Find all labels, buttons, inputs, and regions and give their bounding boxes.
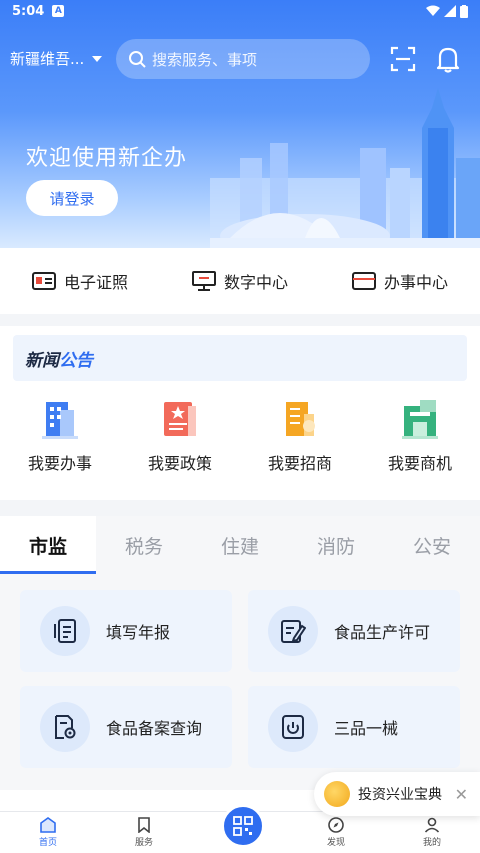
card-label: 食品生产许可 bbox=[334, 623, 431, 642]
nav-qr-scan-button[interactable] bbox=[221, 804, 265, 848]
city-skyline-illustration bbox=[210, 88, 480, 248]
user-icon bbox=[424, 817, 440, 833]
search-icon bbox=[129, 51, 146, 68]
status-bar: 5:04 A bbox=[0, 0, 480, 22]
card-label: 填写年报 bbox=[106, 623, 171, 642]
chevron-down-icon bbox=[92, 55, 103, 62]
service-shortcuts: 我要办事 我要政策 我要招商 我要商机 bbox=[0, 396, 480, 486]
battery-icon bbox=[460, 4, 468, 18]
report-icon bbox=[54, 619, 76, 643]
region-label: 新疆维吾... bbox=[10, 50, 85, 68]
scan-icon[interactable] bbox=[390, 46, 416, 72]
service-label: 我要办事 bbox=[27, 454, 92, 473]
wallet-icon bbox=[351, 272, 376, 290]
section-divider bbox=[0, 314, 480, 326]
nav-label: 首页 bbox=[38, 838, 57, 848]
edit-doc-icon bbox=[281, 620, 306, 643]
card-icon-circle bbox=[40, 606, 90, 656]
bookmark-icon bbox=[138, 817, 150, 833]
service-label: 我要招商 bbox=[267, 454, 332, 473]
card-icon-circle bbox=[268, 702, 318, 752]
service-do-business[interactable]: 我要办事 bbox=[5, 396, 115, 486]
news-announcement-bar[interactable]: 新闻 公告 bbox=[13, 335, 467, 381]
quick-links: 电子证照 数字中心 办事中心 bbox=[0, 248, 480, 314]
qr-code-icon bbox=[233, 816, 253, 836]
notification-badge-icon: A bbox=[52, 5, 65, 17]
card-annual-report[interactable]: 填写年报 bbox=[20, 590, 232, 672]
news-title-part1: 新闻 bbox=[25, 350, 59, 371]
office-building-icon bbox=[42, 402, 78, 439]
bell-icon[interactable] bbox=[435, 45, 461, 73]
nav-services[interactable]: 服务 bbox=[96, 812, 192, 853]
quick-link-digital-center[interactable]: 数字中心 bbox=[191, 269, 288, 293]
nav-label: 我的 bbox=[422, 838, 441, 848]
id-card-icon bbox=[31, 272, 56, 290]
service-policy[interactable]: 我要政策 bbox=[125, 396, 235, 486]
login-button[interactable]: 请登录 bbox=[26, 180, 118, 216]
card-label: 三品一械 bbox=[334, 719, 399, 738]
card-three-products-one-device[interactable]: 三品一械 bbox=[248, 686, 460, 768]
section-divider bbox=[0, 500, 480, 516]
card-icon-circle bbox=[268, 606, 318, 656]
promo-label: 投资兴业宝典 bbox=[358, 787, 442, 803]
wifi-icon bbox=[426, 5, 440, 16]
service-card-grid: 填写年报 食品生产许可 食品备案查询 三品一械 bbox=[0, 574, 480, 790]
quick-link-service-center[interactable]: 办事中心 bbox=[351, 269, 448, 293]
power-box-icon bbox=[282, 715, 304, 739]
region-selector[interactable]: 新疆维吾... bbox=[10, 48, 103, 69]
signal-icon bbox=[444, 5, 456, 17]
nav-discover[interactable]: 发现 bbox=[288, 812, 384, 853]
welcome-title: 欢迎使用新企办 bbox=[26, 146, 188, 171]
tab-market-supervision[interactable]: 市监 bbox=[0, 516, 96, 574]
nav-label: 发现 bbox=[326, 838, 345, 848]
status-icons bbox=[426, 4, 468, 18]
quick-link-label: 电子证照 bbox=[63, 273, 128, 292]
service-label: 我要商机 bbox=[387, 454, 452, 473]
search-input[interactable]: 搜索服务、事项 bbox=[116, 39, 370, 79]
close-icon[interactable]: ✕ bbox=[455, 785, 468, 804]
tab-taxation[interactable]: 税务 bbox=[96, 516, 192, 574]
nav-label: 服务 bbox=[134, 838, 153, 848]
home-icon bbox=[40, 817, 56, 833]
service-opportunity[interactable]: 我要商机 bbox=[365, 396, 475, 486]
nav-home[interactable]: 首页 bbox=[0, 812, 96, 853]
tab-housing-construction[interactable]: 住建 bbox=[192, 516, 288, 574]
card-food-production-license[interactable]: 食品生产许可 bbox=[248, 590, 460, 672]
investment-building-icon bbox=[286, 402, 315, 436]
quick-link-label: 数字中心 bbox=[223, 273, 288, 292]
quick-link-label: 办事中心 bbox=[383, 273, 448, 292]
monitor-icon bbox=[191, 271, 216, 291]
department-tabs: 市监 税务 住建 消防 公安 bbox=[0, 516, 480, 574]
card-label: 食品备案查询 bbox=[106, 719, 203, 738]
business-building-icon bbox=[402, 400, 438, 439]
doc-search-icon bbox=[55, 715, 76, 739]
policy-book-icon bbox=[164, 402, 196, 436]
gold-coin-icon bbox=[324, 781, 350, 807]
search-placeholder: 搜索服务、事项 bbox=[152, 50, 258, 69]
card-food-record-query[interactable]: 食品备案查询 bbox=[20, 686, 232, 768]
news-title-part2: 公告 bbox=[59, 350, 93, 371]
tab-public-security[interactable]: 公安 bbox=[384, 516, 480, 574]
tab-fire-protection[interactable]: 消防 bbox=[288, 516, 384, 574]
card-icon-circle bbox=[40, 702, 90, 752]
nav-mine[interactable]: 我的 bbox=[384, 812, 480, 853]
service-investment[interactable]: 我要招商 bbox=[245, 396, 355, 486]
service-label: 我要政策 bbox=[147, 454, 212, 473]
investment-guide-promo[interactable]: 投资兴业宝典 ✕ bbox=[314, 772, 480, 816]
status-time: 5:04 bbox=[12, 3, 45, 19]
compass-icon bbox=[328, 817, 344, 833]
quick-link-e-license[interactable]: 电子证照 bbox=[31, 269, 128, 293]
